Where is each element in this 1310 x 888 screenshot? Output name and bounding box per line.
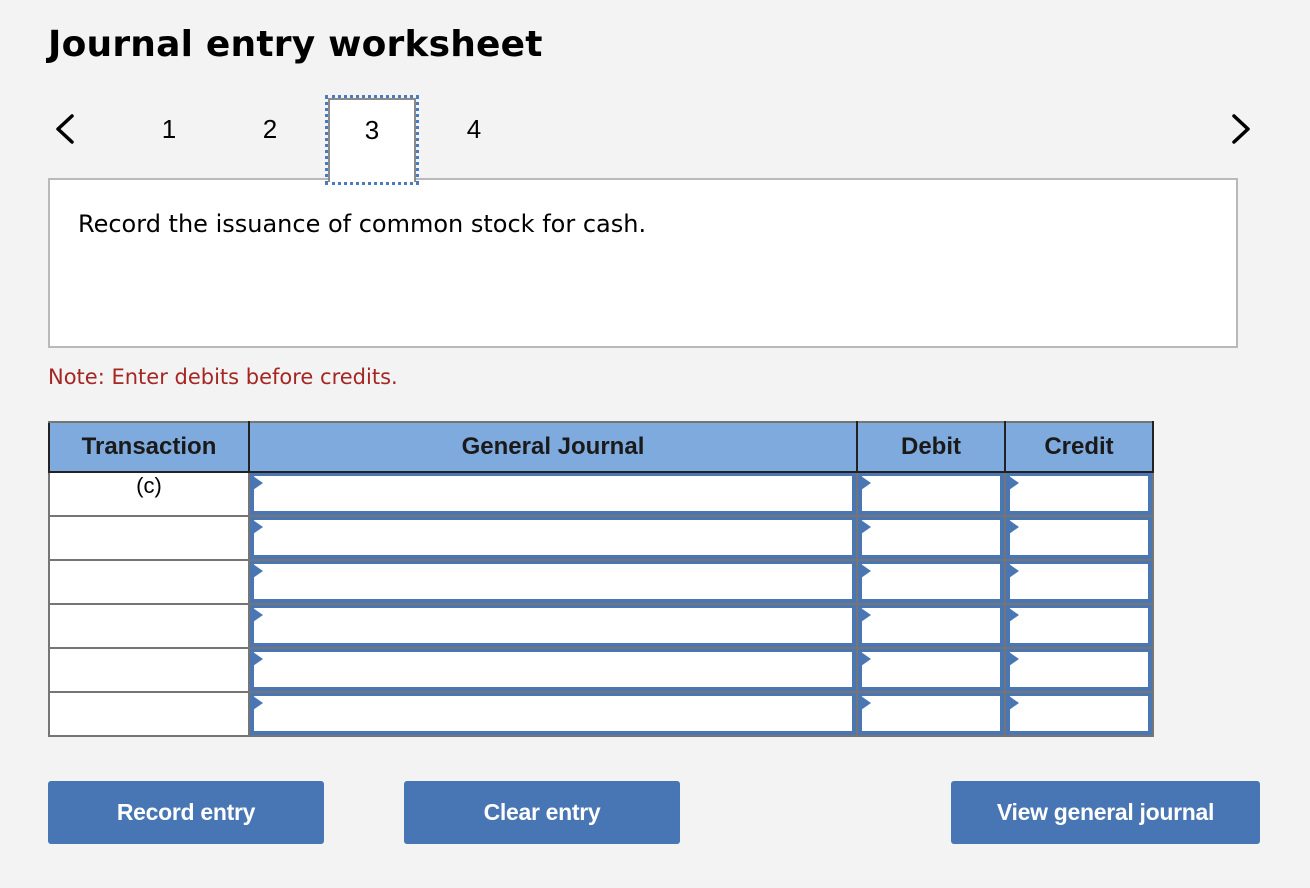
- clear-entry-button[interactable]: Clear entry: [404, 781, 680, 844]
- debit-cell: [856, 691, 1006, 737]
- record-entry-button[interactable]: Record entry: [48, 781, 324, 844]
- note-text: Note: Enter debits before credits.: [48, 365, 398, 389]
- next-button[interactable]: [1226, 108, 1256, 148]
- header-debit: Debit: [856, 421, 1006, 473]
- table-header-row: Transaction General Journal Debit Credit: [48, 421, 1154, 473]
- header-transaction: Transaction: [48, 421, 250, 473]
- account-input[interactable]: [250, 693, 856, 735]
- tab-label: 3: [364, 114, 380, 145]
- credit-input[interactable]: [1006, 693, 1152, 735]
- prompt-text: Record the issuance of common stock for …: [78, 210, 647, 238]
- debit-cell: [856, 471, 1006, 517]
- tab-3[interactable]: 3: [325, 95, 419, 185]
- debit-input[interactable]: [858, 561, 1004, 603]
- tab-label: 2: [262, 113, 278, 144]
- credit-cell: [1004, 471, 1154, 517]
- account-cell: [248, 559, 858, 605]
- table-row: [48, 559, 1154, 605]
- credit-cell: [1004, 515, 1154, 561]
- tab-1[interactable]: 1: [118, 97, 220, 183]
- credit-cell: [1004, 559, 1154, 605]
- account-input[interactable]: [250, 517, 856, 559]
- credit-input[interactable]: [1006, 473, 1152, 515]
- chevron-left-icon: [56, 114, 74, 144]
- debit-input[interactable]: [858, 517, 1004, 559]
- table-row: (c): [48, 471, 1154, 517]
- credit-cell: [1004, 691, 1154, 737]
- credit-input[interactable]: [1006, 649, 1152, 691]
- transaction-cell: [48, 515, 250, 561]
- header-general-journal: General Journal: [248, 421, 858, 473]
- debit-cell: [856, 603, 1006, 649]
- prompt-box: Record the issuance of common stock for …: [48, 178, 1238, 348]
- account-cell: [248, 471, 858, 517]
- account-cell: [248, 647, 858, 693]
- transaction-cell: [48, 647, 250, 693]
- debit-cell: [856, 559, 1006, 605]
- page-title: Journal entry worksheet: [48, 24, 543, 65]
- credit-cell: [1004, 647, 1154, 693]
- view-general-journal-button[interactable]: View general journal: [951, 781, 1260, 844]
- debit-input[interactable]: [858, 693, 1004, 735]
- previous-button[interactable]: [50, 108, 80, 148]
- debit-input[interactable]: [858, 605, 1004, 647]
- table-row: [48, 515, 1154, 561]
- debit-input[interactable]: [858, 473, 1004, 515]
- transaction-cell: (c): [48, 471, 250, 517]
- account-cell: [248, 691, 858, 737]
- tab-4[interactable]: 4: [423, 97, 525, 183]
- tab-label: 4: [466, 113, 482, 144]
- account-input[interactable]: [250, 561, 856, 603]
- table-row: [48, 647, 1154, 693]
- tab-label: 1: [161, 113, 177, 144]
- credit-cell: [1004, 603, 1154, 649]
- credit-input[interactable]: [1006, 517, 1152, 559]
- credit-input[interactable]: [1006, 561, 1152, 603]
- debit-cell: [856, 515, 1006, 561]
- table-row: [48, 603, 1154, 649]
- journal-table: Transaction General Journal Debit Credit…: [48, 421, 1154, 737]
- transaction-cell: [48, 603, 250, 649]
- credit-input[interactable]: [1006, 605, 1152, 647]
- account-input[interactable]: [250, 605, 856, 647]
- account-input[interactable]: [250, 473, 856, 515]
- header-credit: Credit: [1004, 421, 1154, 473]
- transaction-cell: [48, 691, 250, 737]
- table-row: [48, 691, 1154, 737]
- tab-2[interactable]: 2: [219, 97, 321, 183]
- debit-input[interactable]: [858, 649, 1004, 691]
- account-cell: [248, 603, 858, 649]
- chevron-right-icon: [1232, 114, 1250, 144]
- account-input[interactable]: [250, 649, 856, 691]
- account-cell: [248, 515, 858, 561]
- debit-cell: [856, 647, 1006, 693]
- transaction-cell: [48, 559, 250, 605]
